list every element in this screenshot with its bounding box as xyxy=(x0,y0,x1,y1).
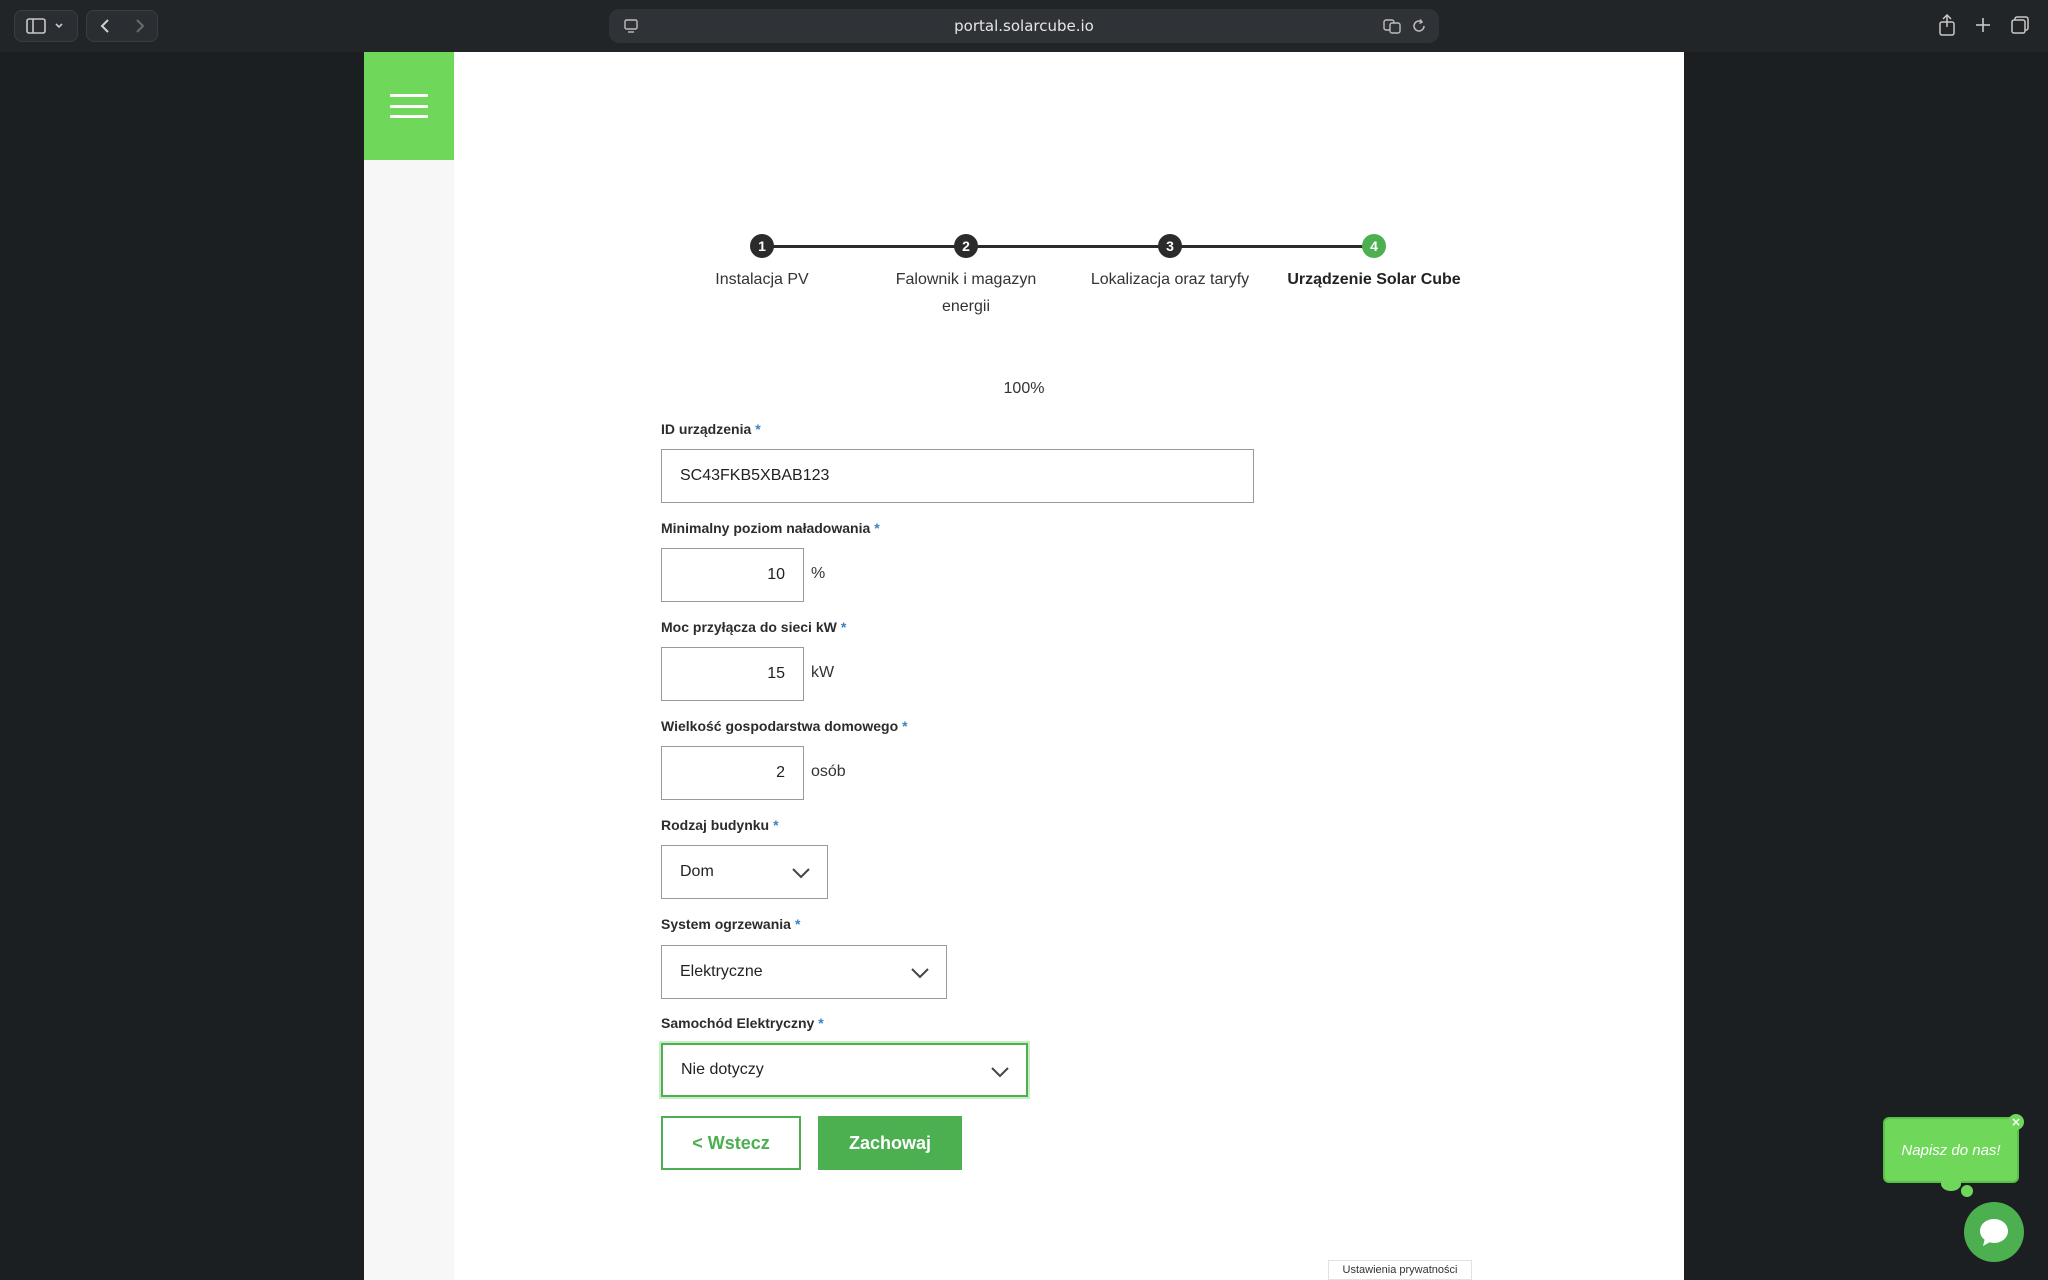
device-id-input[interactable]: SC43FKB5XBAB123 xyxy=(661,449,1254,503)
navigation-buttons xyxy=(86,10,158,42)
progress-percentage: 100% xyxy=(1003,380,1045,397)
step-connector xyxy=(762,245,966,248)
new-tab-icon[interactable] xyxy=(1974,14,1992,36)
chevron-down-icon xyxy=(911,968,929,979)
electric-car-select[interactable]: Nie dotyczy xyxy=(661,1043,1028,1097)
step-1-label: Instalacja PV xyxy=(715,271,809,288)
url-text: portal.solarcube.io xyxy=(954,17,1094,35)
chevron-down-icon xyxy=(991,1067,1009,1078)
chat-bubble-dot xyxy=(1961,1185,1973,1197)
chevron-left-icon xyxy=(100,19,109,33)
household-size-input[interactable]: 2 xyxy=(661,746,804,800)
back-nav-button[interactable] xyxy=(87,11,122,41)
chevron-down-icon xyxy=(792,868,810,879)
privacy-settings-link[interactable]: Ustawienia prywatności xyxy=(1328,1260,1472,1280)
heating-system-label: System ogrzewania * xyxy=(661,916,801,932)
required-marker: * xyxy=(874,520,880,536)
household-size-unit: osób xyxy=(811,763,846,780)
min-charge-unit: % xyxy=(811,565,826,582)
electric-car-label: Samochód Elektryczny * xyxy=(661,1015,824,1031)
save-button[interactable]: Zachowaj xyxy=(818,1116,962,1170)
grid-power-unit: kW xyxy=(811,664,835,681)
forward-nav-button[interactable] xyxy=(122,11,157,41)
required-marker: * xyxy=(794,916,801,932)
step-4-label: Urządzenie Solar Cube xyxy=(1287,271,1461,288)
step-connector xyxy=(966,245,1170,248)
required-marker: * xyxy=(818,1015,824,1031)
step-1-indicator: 1 xyxy=(750,234,774,258)
building-type-label: Rodzaj budynku * xyxy=(661,817,779,833)
address-bar[interactable]: portal.solarcube.io xyxy=(609,9,1439,43)
back-button[interactable]: < Wstecz xyxy=(661,1116,801,1170)
grid-power-label: Moc przyłącza do sieci kW * xyxy=(661,619,847,635)
heating-system-select[interactable]: Elektryczne xyxy=(661,945,947,999)
min-charge-input[interactable]: 10 xyxy=(661,548,804,602)
reload-icon[interactable] xyxy=(1411,18,1427,34)
chat-launcher-button[interactable] xyxy=(1964,1202,2024,1262)
required-marker: * xyxy=(773,817,779,833)
min-charge-label: Minimalny poziom naładowania * xyxy=(661,520,880,536)
page-content: 1 2 3 4 Instalacja PV Falownik i magazyn… xyxy=(364,52,1684,1280)
chat-prompt-bubble[interactable]: Napisz do nas! xyxy=(1883,1117,2019,1183)
chat-icon xyxy=(1980,1219,2008,1246)
share-icon[interactable] xyxy=(1938,14,1956,36)
close-icon[interactable]: × xyxy=(2008,1114,2024,1130)
step-4-indicator: 4 xyxy=(1362,234,1386,258)
building-type-select[interactable]: Dom xyxy=(661,845,828,899)
required-marker: * xyxy=(755,421,761,437)
step-2-indicator: 2 xyxy=(954,234,978,258)
required-marker: * xyxy=(840,619,847,635)
household-size-label: Wielkość gospodarstwa domowego * xyxy=(661,718,908,734)
step-3-indicator: 3 xyxy=(1158,234,1182,258)
grid-power-input[interactable]: 15 xyxy=(661,647,804,701)
tabs-overview-icon[interactable] xyxy=(2010,14,2030,36)
translate-icon[interactable] xyxy=(1383,18,1401,34)
page-settings-icon[interactable] xyxy=(623,18,639,34)
chevron-right-icon xyxy=(135,19,144,33)
sidebar-toggle-button[interactable] xyxy=(14,10,78,42)
sidebar-icon xyxy=(26,18,63,34)
device-id-label: ID urządzenia * xyxy=(661,421,761,437)
required-marker: * xyxy=(902,718,908,734)
step-connector xyxy=(1170,245,1374,248)
step-2-label: Falownik i magazyn energii xyxy=(895,271,1037,315)
progress-stepper: 1 2 3 4 Instalacja PV Falownik i magazyn… xyxy=(364,52,1684,372)
chat-bubble-tail xyxy=(1941,1177,1961,1191)
step-3-label: Lokalizacja oraz taryfy xyxy=(1090,271,1250,288)
browser-toolbar: portal.solarcube.io xyxy=(0,0,2048,52)
